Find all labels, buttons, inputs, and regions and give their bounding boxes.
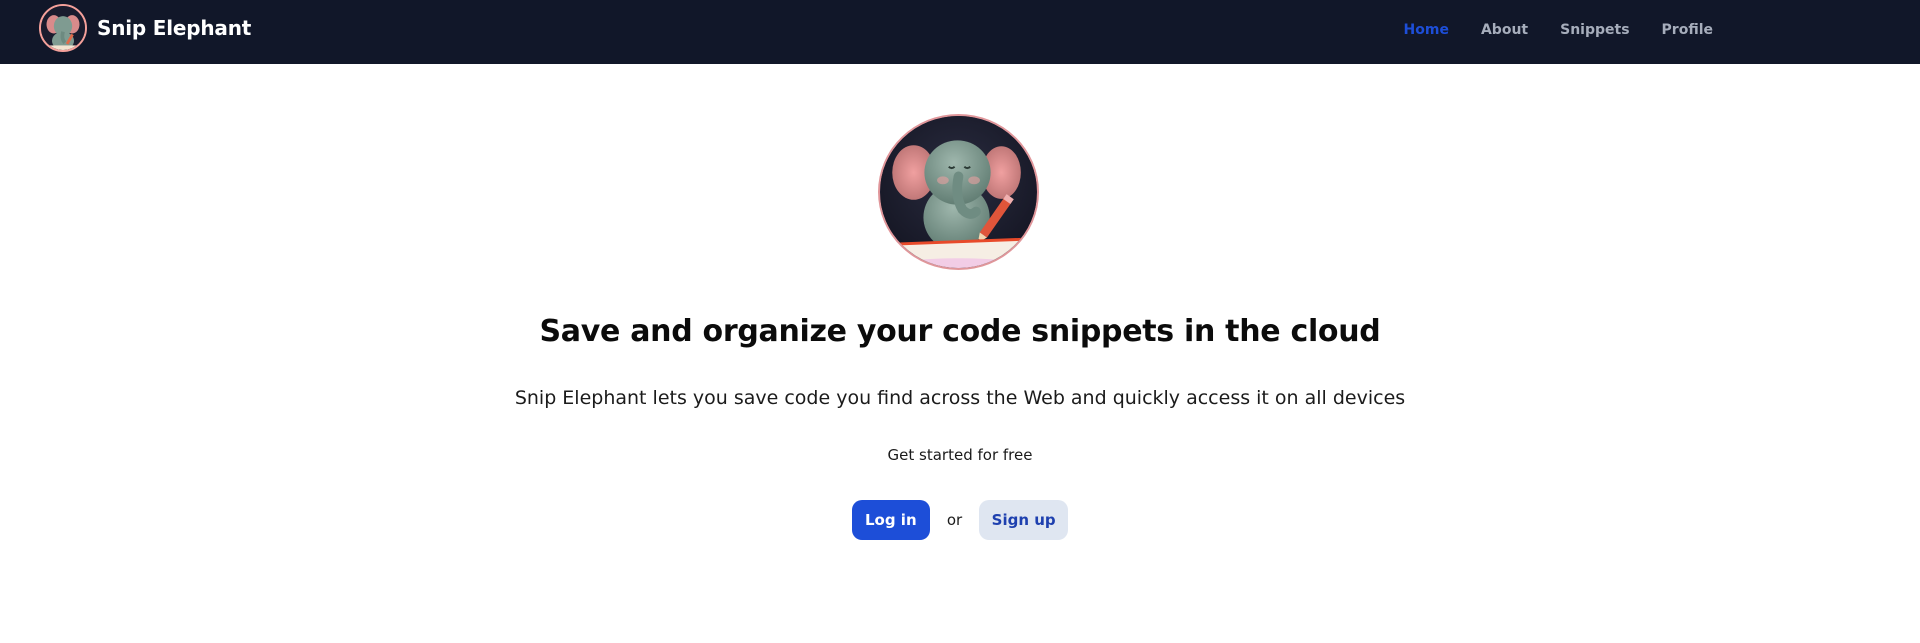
auth-actions: Log in or Sign up	[0, 500, 1920, 540]
nav-item-snippets[interactable]: Snippets	[1560, 22, 1629, 38]
top-navbar: Snip Elephant Home About Snippets Profil…	[0, 0, 1920, 64]
brand[interactable]: Snip Elephant	[39, 4, 251, 52]
hero-description: Snip Elephant lets you save code you fin…	[514, 387, 1406, 409]
main-nav: Home About Snippets Profile	[1404, 0, 1713, 60]
elephant-logo-icon[interactable]	[39, 4, 87, 52]
nav-item-home[interactable]: Home	[1404, 22, 1449, 38]
login-button[interactable]: Log in	[851, 500, 930, 540]
brand-name[interactable]: Snip Elephant	[97, 16, 251, 40]
or-separator: or	[946, 511, 963, 529]
signup-button[interactable]: Sign up	[979, 500, 1069, 540]
page-title: Save and organize your code snippets in …	[539, 314, 1381, 349]
nav-item-about[interactable]: About	[1481, 22, 1528, 38]
cta-text: Get started for free	[887, 446, 1033, 464]
elephant-writing-icon	[878, 114, 1039, 270]
nav-item-profile[interactable]: Profile	[1662, 22, 1713, 38]
